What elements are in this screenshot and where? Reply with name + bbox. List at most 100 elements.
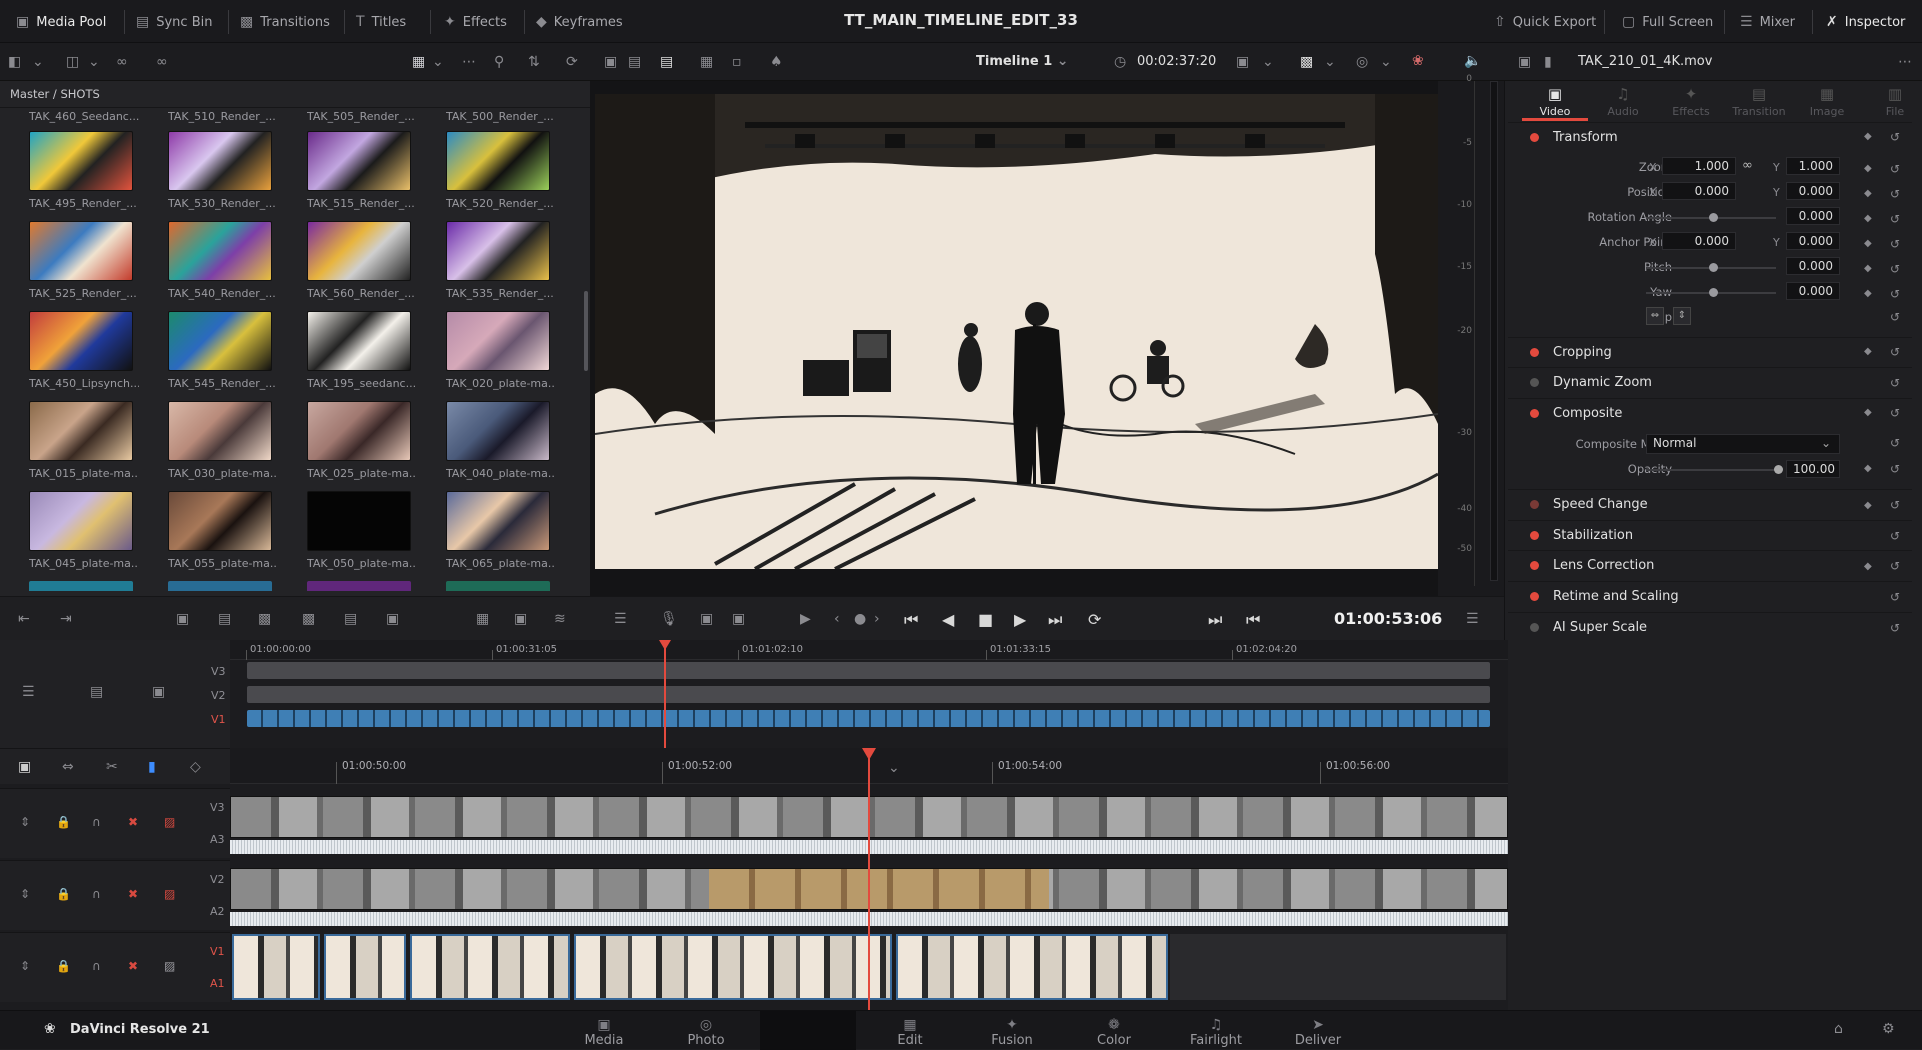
flip-vertical-icon[interactable]: ⇕: [1673, 307, 1691, 325]
pitch-slider-handle[interactable]: [1709, 263, 1718, 272]
track-height-icon[interactable]: ⇕: [20, 887, 30, 901]
opacity-slider-handle[interactable]: [1774, 465, 1783, 474]
reset-icon[interactable]: ↺: [1890, 212, 1900, 226]
lock-icon[interactable]: 🔒: [56, 815, 71, 829]
stop-icon[interactable]: ■: [978, 610, 993, 629]
keyframe-icon[interactable]: ◆: [1864, 213, 1872, 224]
microphone-icon[interactable]: 🎙: [660, 611, 678, 627]
speed-change-section-header[interactable]: Speed Change ◆ ↺: [1508, 489, 1912, 519]
clip-thumbnail[interactable]: [446, 581, 550, 591]
reset-icon[interactable]: ↺: [1890, 462, 1900, 476]
chevron-down-icon[interactable]: ⌄: [1380, 54, 1392, 70]
menu-icon[interactable]: ☰: [1466, 611, 1479, 627]
blade-icon[interactable]: ✂: [106, 759, 118, 775]
safe-area-icon[interactable]: ▣: [604, 54, 617, 70]
chevron-down-icon[interactable]: ⌄: [1324, 54, 1336, 70]
clip-label[interactable]: TAK_460_Seedanc...: [29, 110, 139, 123]
panel-toggle-icon[interactable]: ◧: [8, 54, 21, 70]
enable-toggle[interactable]: [1530, 348, 1539, 357]
video-clip[interactable]: [232, 934, 320, 1000]
zoom-icon[interactable]: ◇: [190, 759, 201, 775]
reset-icon[interactable]: ↺: [1890, 162, 1900, 176]
clip-thumbnail[interactable]: TAK_450_Lipsynch...: [29, 311, 139, 390]
zoom-y-field[interactable]: 1.000: [1786, 157, 1840, 175]
titles-button[interactable]: T Titles: [356, 12, 406, 32]
mixer-button[interactable]: ☰ Mixer: [1740, 12, 1795, 32]
pitch-field[interactable]: 0.000: [1786, 257, 1840, 275]
transform-overlay-icon[interactable]: ◎: [1356, 54, 1368, 70]
fast-review-icon[interactable]: ▶: [800, 611, 811, 627]
quick-export-button[interactable]: ⇧ Quick Export: [1494, 12, 1596, 32]
track-height-icon[interactable]: ⇕: [20, 959, 30, 973]
close-up-icon[interactable]: ▩: [302, 611, 315, 627]
clip-thumbnail[interactable]: TAK_030_plate-ma...: [168, 401, 278, 480]
headphones-icon[interactable]: ∩: [92, 887, 101, 901]
clip-thumbnail[interactable]: [168, 581, 272, 591]
gear-icon[interactable]: ⚙: [1882, 1021, 1895, 1037]
mute-icon[interactable]: ✖: [128, 887, 138, 901]
clip-thumbnail[interactable]: TAK_535_Render_...: [446, 221, 554, 300]
sliders-icon[interactable]: ☰: [614, 611, 627, 627]
reset-icon[interactable]: ↺: [1890, 237, 1900, 251]
clip-thumbnail[interactable]: TAK_195_seedanc...: [307, 311, 416, 390]
track-height-icon[interactable]: ⇕: [20, 815, 30, 829]
chevron-down-icon[interactable]: ⌄: [1262, 54, 1274, 70]
mark-in-icon[interactable]: ⇤: [18, 611, 30, 627]
clip-label[interactable]: TAK_505_Render_...: [307, 110, 417, 123]
enable-toggle[interactable]: [1530, 592, 1539, 601]
clip-thumbnail[interactable]: TAK_495_Render_...: [29, 131, 137, 210]
enable-toggle[interactable]: [1530, 409, 1539, 418]
clip-thumbnail[interactable]: [29, 581, 133, 591]
keyframe-icon[interactable]: ◆: [1864, 131, 1872, 142]
page-edit[interactable]: ▦ Edit: [870, 1017, 950, 1048]
retime-and-scaling-section-header[interactable]: Retime and Scaling ↺: [1508, 581, 1912, 611]
page-color[interactable]: ❁ Color: [1074, 1017, 1154, 1048]
layout-icon[interactable]: ▫: [732, 54, 742, 70]
film-strip-icon[interactable]: ▤: [660, 54, 673, 70]
go-to-end-icon[interactable]: ⏭: [1048, 610, 1062, 630]
snap-icon[interactable]: ▣: [152, 684, 165, 700]
video-clip[interactable]: [324, 934, 406, 1000]
enable-toggle[interactable]: [1530, 561, 1539, 570]
chevron-down-icon[interactable]: ⌄: [432, 54, 444, 70]
previous-edit-icon[interactable]: ⏮: [1246, 610, 1260, 630]
clip-thumbnail[interactable]: TAK_540_Render_...: [168, 221, 276, 300]
clip-thumbnail[interactable]: TAK_040_plate-ma...: [446, 401, 556, 480]
poi-icon[interactable]: ▣: [700, 611, 713, 627]
opacity-slider[interactable]: [1646, 469, 1778, 471]
split-view-icon[interactable]: ▤: [628, 54, 641, 70]
timeline-view-icon[interactable]: ▣: [18, 759, 31, 775]
clip-thumbnail[interactable]: TAK_045_plate-ma...: [29, 491, 139, 570]
append-icon[interactable]: ▤: [218, 611, 231, 627]
reverse-play-icon[interactable]: ◀: [942, 610, 954, 629]
place-on-top-icon[interactable]: ▤: [344, 611, 357, 627]
next-edit-icon[interactable]: ⏭: [1208, 610, 1222, 630]
keyframe-icon[interactable]: ◆: [1864, 188, 1872, 199]
timeline-selector[interactable]: Timeline 1 ⌄: [976, 53, 1069, 69]
clip-thumbnail[interactable]: TAK_055_plate-ma...: [168, 491, 278, 570]
lock-icon[interactable]: 🔒: [56, 887, 71, 901]
trim-icon[interactable]: ⇔: [62, 759, 74, 775]
sort-icon[interactable]: ⇅: [528, 54, 540, 70]
tab-file[interactable]: ▥ File: [1862, 85, 1922, 118]
tab-effects[interactable]: ✦ Effects: [1658, 85, 1724, 118]
dynamic-zoom-section-header[interactable]: Dynamic Zoom: [1508, 367, 1912, 397]
reset-icon[interactable]: ↺: [1890, 498, 1900, 512]
anchor-x-field[interactable]: 0.000: [1662, 232, 1736, 250]
zoom-x-field[interactable]: 1.000: [1662, 157, 1736, 175]
transform-section-header[interactable]: Transform: [1508, 122, 1912, 152]
clip-thumbnail[interactable]: TAK_520_Render_...: [446, 131, 554, 210]
flip-horizontal-icon[interactable]: ⇔: [1646, 307, 1664, 325]
poi-out-icon[interactable]: ▣: [732, 611, 745, 627]
media-pool-button[interactable]: ▣ Media Pool: [16, 12, 106, 32]
next-clip-icon[interactable]: ›: [874, 611, 880, 627]
keyframe-icon[interactable]: ◆: [1864, 163, 1872, 174]
clip-label[interactable]: TAK_500_Render_...: [446, 110, 556, 123]
clip-thumbnail[interactable]: TAK_515_Render_...: [307, 131, 415, 210]
tab-video[interactable]: ▣ Video: [1522, 85, 1588, 118]
clip-thumbnail[interactable]: TAK_015_plate-ma...: [29, 401, 139, 480]
unlink-icon[interactable]: ∞: [156, 54, 168, 70]
anchor-y-field[interactable]: 0.000: [1786, 232, 1840, 250]
yaw-field[interactable]: 0.000: [1786, 282, 1840, 300]
video-clip[interactable]: [896, 934, 1168, 1000]
